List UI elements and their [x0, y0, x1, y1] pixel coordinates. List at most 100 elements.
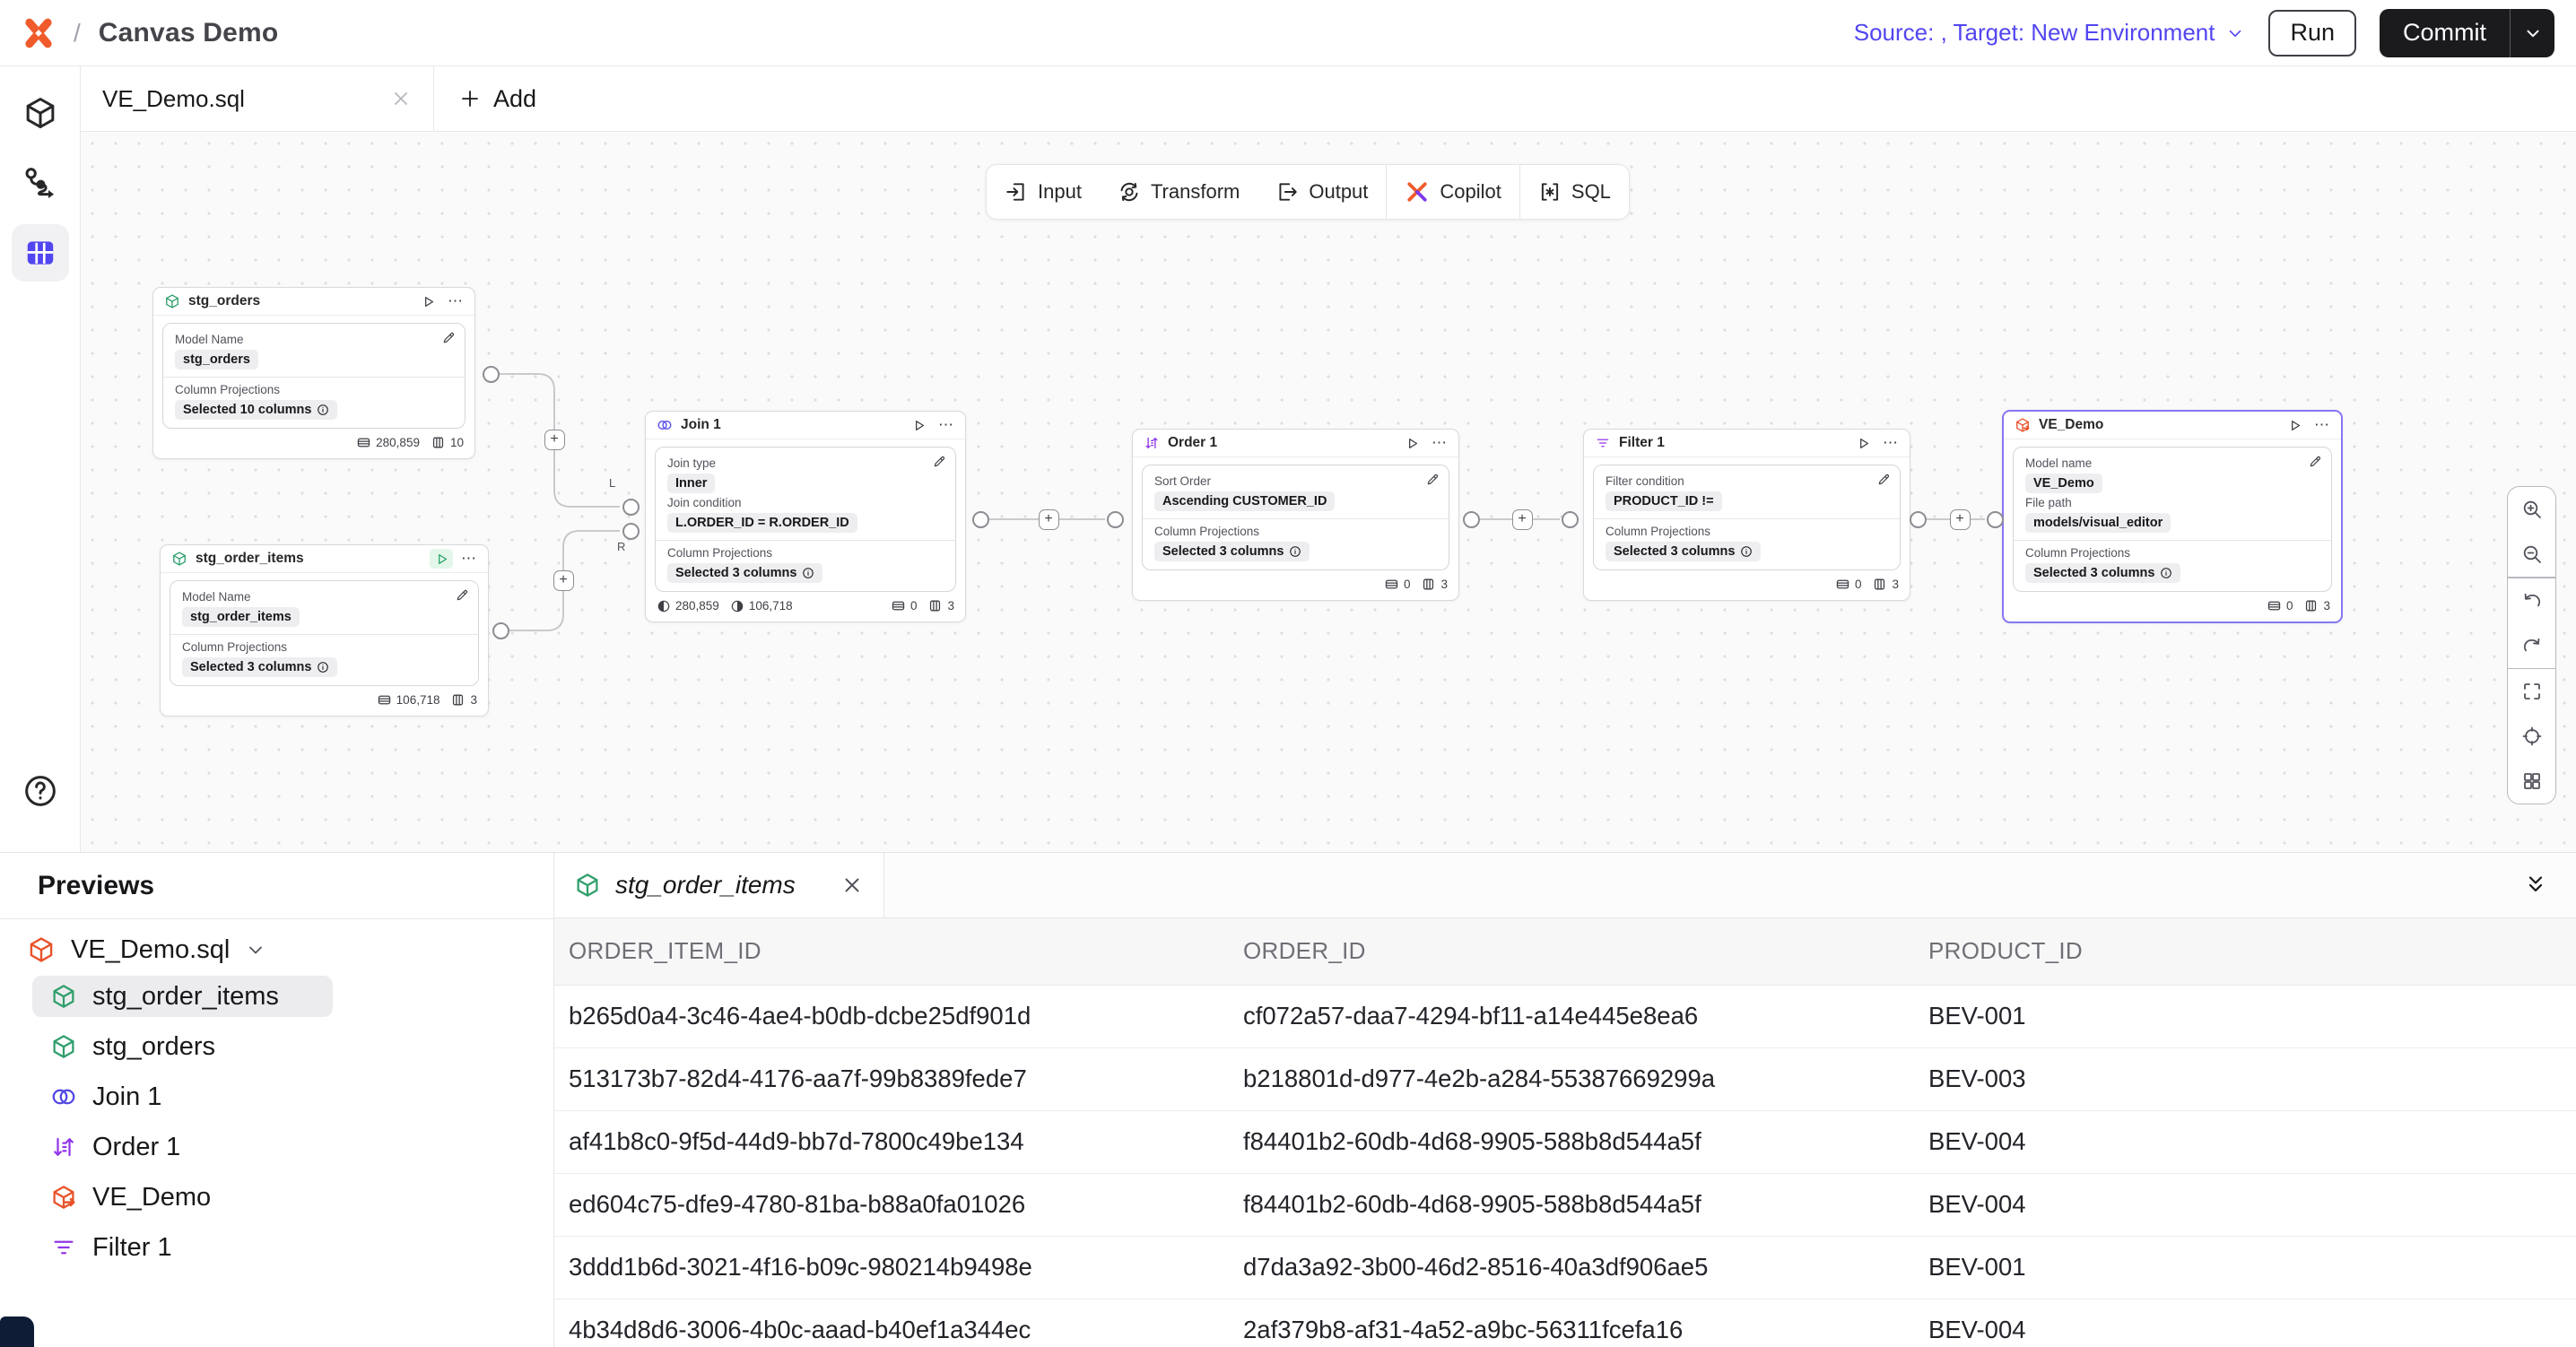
rail-pipeline-button[interactable]: [12, 154, 69, 212]
chat-widget[interactable]: [0, 1317, 34, 1347]
filter-icon: [50, 1234, 77, 1261]
tree-item-filter-1[interactable]: Filter 1: [0, 1222, 553, 1273]
tree-item-ve-demo-sql[interactable]: VE_Demo.sql: [0, 928, 553, 971]
node-filter-1[interactable]: Filter 1 ⋯ Filter condition PRODUCT_ID !…: [1583, 429, 1910, 601]
add-input-button[interactable]: Input: [987, 165, 1100, 219]
environment-selector[interactable]: Source: , Target: New Environment: [1854, 19, 2246, 47]
run-node-button[interactable]: [2283, 415, 2306, 435]
add-node-on-edge-button[interactable]: +: [1039, 509, 1059, 530]
cube-icon: [27, 935, 56, 964]
output-port[interactable]: [492, 622, 509, 639]
preview-tab-stg-order-items[interactable]: stg_order_items: [554, 853, 884, 917]
input-port[interactable]: [1562, 511, 1579, 528]
run-node-button[interactable]: [416, 291, 439, 311]
layout-grid-button[interactable]: [2508, 759, 2555, 804]
node-order-1[interactable]: Order 1 ⋯ Sort Order Ascending CUSTOMER_…: [1132, 429, 1459, 601]
add-node-on-edge-button[interactable]: +: [544, 430, 565, 450]
tree-item-stg-orders[interactable]: stg_orders: [0, 1021, 553, 1072]
node-stg-order-items[interactable]: stg_order_items ⋯ Model Name stg_order_i…: [160, 544, 489, 717]
commit-dropdown-button[interactable]: [2510, 9, 2554, 57]
add-node-on-edge-button[interactable]: +: [1950, 509, 1971, 530]
run-node-button[interactable]: [1400, 433, 1423, 453]
zoom-out-button[interactable]: [2508, 532, 2555, 577]
edit-icon[interactable]: [1425, 473, 1440, 491]
add-tab-button[interactable]: Add: [434, 66, 561, 131]
column-header: PRODUCT_ID: [1914, 918, 2576, 985]
edit-icon[interactable]: [441, 331, 456, 350]
help-button[interactable]: [12, 762, 69, 820]
info-icon[interactable]: [802, 567, 814, 579]
brand-logo-icon[interactable]: [22, 17, 56, 49]
info-icon[interactable]: [2160, 567, 2172, 579]
node-menu-button[interactable]: ⋯: [1883, 434, 1899, 452]
run-button[interactable]: Run: [2268, 10, 2356, 56]
canvas-node-toolbar: Input Transform Output: [986, 164, 1630, 220]
preview-tab-close-icon[interactable]: [840, 873, 864, 897]
node-footer: 0 3: [2004, 592, 2341, 621]
add-node-on-edge-button[interactable]: +: [553, 570, 574, 591]
output-port[interactable]: [1463, 511, 1480, 528]
rows-icon: [356, 435, 371, 450]
cube-icon: [574, 872, 601, 899]
node-title: stg_orders: [188, 293, 408, 309]
input-port-left[interactable]: [622, 499, 640, 516]
edit-icon[interactable]: [455, 588, 469, 607]
undo-button[interactable]: [2508, 578, 2555, 623]
output-port[interactable]: [972, 511, 989, 528]
row-count-stat: 0: [1384, 577, 1411, 592]
tree-item-join-1[interactable]: Join 1: [0, 1072, 553, 1122]
node-menu-button[interactable]: ⋯: [448, 292, 464, 310]
play-icon: [1856, 436, 1871, 451]
node-menu-button[interactable]: ⋯: [2314, 416, 2330, 434]
chevron-down-icon[interactable]: [245, 939, 266, 960]
collapse-previews-button[interactable]: [2522, 853, 2576, 917]
node-stg-orders[interactable]: stg_orders ⋯ Model Name stg_orders Colum…: [152, 287, 475, 459]
add-node-on-edge-button[interactable]: +: [1512, 509, 1533, 530]
add-output-button[interactable]: Output: [1258, 165, 1386, 219]
fit-view-button[interactable]: [2508, 669, 2555, 714]
node-menu-button[interactable]: ⋯: [938, 416, 954, 434]
info-icon[interactable]: [1289, 545, 1301, 558]
input-port-right[interactable]: [622, 523, 640, 540]
center-view-button[interactable]: [2508, 714, 2555, 759]
tree-item-order-1[interactable]: Order 1: [0, 1122, 553, 1172]
redo-button[interactable]: [2508, 623, 2555, 668]
tree-item-stg-order-items[interactable]: stg_order_items: [0, 971, 553, 1021]
rail-table-preview-button[interactable]: [12, 224, 69, 282]
node-title: Order 1: [1168, 435, 1392, 451]
sql-button[interactable]: SQL: [1520, 165, 1629, 219]
add-transform-button[interactable]: Transform: [1100, 165, 1258, 219]
input-port[interactable]: [1987, 511, 2004, 528]
run-node-button[interactable]: [1851, 433, 1875, 453]
run-node-button[interactable]: [907, 415, 930, 435]
projections-value: Selected 3 columns: [1606, 542, 1761, 561]
commit-button[interactable]: Commit: [2380, 9, 2510, 57]
input-port[interactable]: [1107, 511, 1124, 528]
edit-icon[interactable]: [932, 455, 946, 474]
tree-item-label: Order 1: [92, 1133, 180, 1162]
node-join-1[interactable]: Join 1 ⋯ Join type Inner Join condition …: [645, 411, 966, 622]
zoom-in-button[interactable]: [2508, 487, 2555, 532]
run-node-button[interactable]: [430, 549, 453, 569]
node-ve-demo[interactable]: VE_Demo ⋯ Model name VE_Demo File path m…: [2002, 410, 2343, 623]
tab-ve-demo-sql[interactable]: VE_Demo.sql: [81, 66, 434, 131]
output-port[interactable]: [1910, 511, 1927, 528]
edit-icon[interactable]: [2308, 455, 2322, 474]
tab-close-icon[interactable]: [390, 88, 412, 109]
preview-tab-label: stg_order_items: [615, 871, 796, 899]
info-icon[interactable]: [1740, 545, 1753, 558]
node-config-card: Filter condition PRODUCT_ID != Column Pr…: [1593, 465, 1901, 570]
edit-icon[interactable]: [1876, 473, 1891, 491]
sort-order-value: Ascending CUSTOMER_ID: [1154, 491, 1335, 511]
info-icon[interactable]: [317, 404, 329, 416]
left-rail: [0, 66, 81, 852]
tree-item-ve-demo[interactable]: VE_Demo: [0, 1172, 553, 1222]
node-menu-button[interactable]: ⋯: [1432, 434, 1448, 452]
rail-models-button[interactable]: [12, 84, 69, 142]
sql-brackets-icon: [1538, 180, 1562, 204]
copilot-button[interactable]: Copilot: [1387, 165, 1519, 219]
node-menu-button[interactable]: ⋯: [461, 550, 477, 568]
output-port[interactable]: [483, 366, 500, 383]
pipeline-canvas[interactable]: Input Transform Output: [81, 132, 2576, 852]
info-icon[interactable]: [317, 661, 329, 674]
